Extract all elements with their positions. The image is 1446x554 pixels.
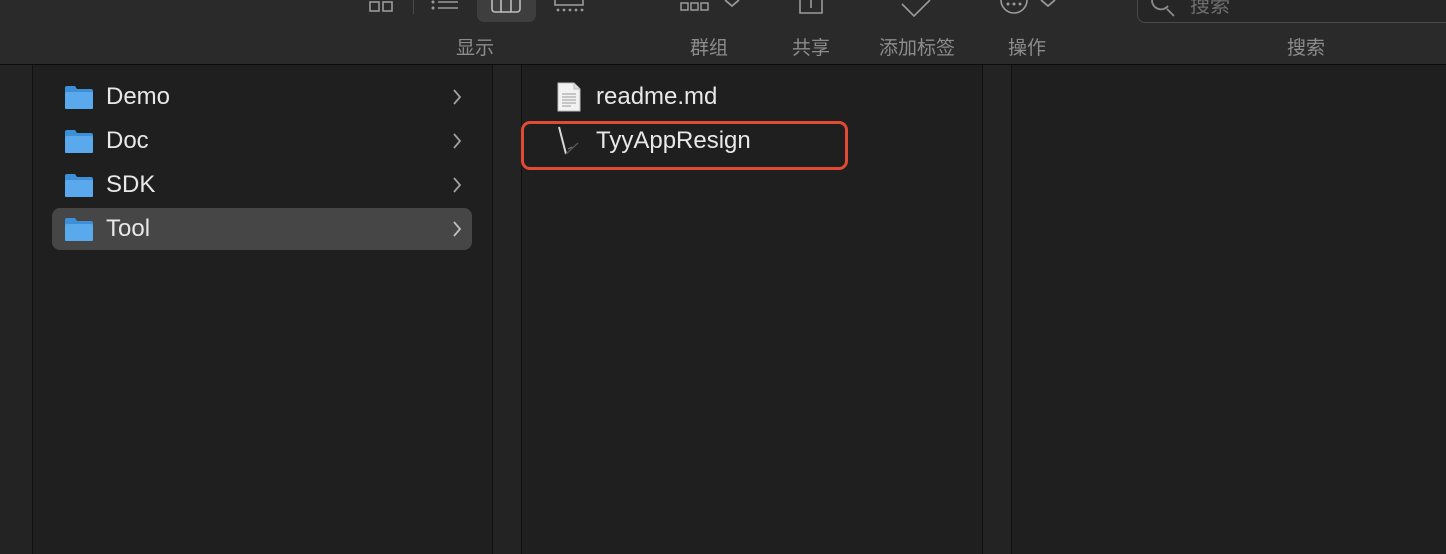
left-edge-band: [0, 65, 32, 554]
folder-label: SDK: [106, 171, 156, 198]
toolbar-label-action: 操作: [1007, 38, 1047, 59]
column-resize-band: [983, 65, 1011, 554]
chevron-right-icon: [453, 89, 462, 105]
chevron-right-icon: [453, 177, 462, 193]
icon-view-icon[interactable]: [369, 0, 395, 14]
file-label: readme.md: [596, 83, 718, 110]
column-divider: [32, 65, 33, 554]
folder-label: Tool: [106, 215, 151, 242]
text-document-icon: [557, 82, 581, 112]
chevron-right-icon: [453, 221, 462, 237]
column-3-empty: [1012, 65, 1446, 554]
group-icon[interactable]: [680, 0, 744, 14]
folder-label: Doc: [106, 127, 149, 154]
folder-icon: [65, 130, 93, 153]
search-placeholder: 搜索: [1190, 0, 1230, 17]
folder-icon: [65, 86, 93, 109]
chevron-right-icon: [453, 133, 462, 149]
folder-label: Demo: [106, 83, 171, 110]
folder-row-sdk[interactable]: SDK: [52, 164, 472, 206]
toolbar-label-group: 群组: [689, 38, 729, 59]
toolbar-label-tags: 添加标签: [878, 38, 956, 59]
tag-icon[interactable]: [898, 0, 934, 18]
file-row-readme[interactable]: readme.md: [556, 76, 966, 118]
view-separator: [413, 0, 414, 14]
toolbar-label-search: 搜索: [1286, 38, 1326, 59]
share-icon[interactable]: [798, 0, 824, 16]
finder-toolbar: 显示 群组 共享 添加标签 操作 搜索 搜索: [0, 0, 1446, 65]
toolbar-label-display: 显示: [455, 38, 495, 59]
gallery-view-icon[interactable]: [553, 0, 585, 14]
folder-row-tool[interactable]: Tool: [52, 208, 472, 250]
annotation-highlight-box: [521, 121, 848, 170]
list-view-icon[interactable]: [430, 0, 460, 14]
folder-row-doc[interactable]: Doc: [52, 120, 472, 162]
folder-icon: [65, 174, 93, 197]
more-actions-icon[interactable]: [999, 0, 1063, 16]
folder-row-demo[interactable]: Demo: [52, 76, 472, 118]
folder-icon: [65, 218, 93, 241]
toolbar-label-share: 共享: [791, 38, 831, 59]
search-icon: [1151, 0, 1175, 17]
search-field[interactable]: 搜索: [1137, 0, 1446, 23]
column-view-icon[interactable]: [491, 0, 521, 14]
column-resize-band: [493, 65, 521, 554]
